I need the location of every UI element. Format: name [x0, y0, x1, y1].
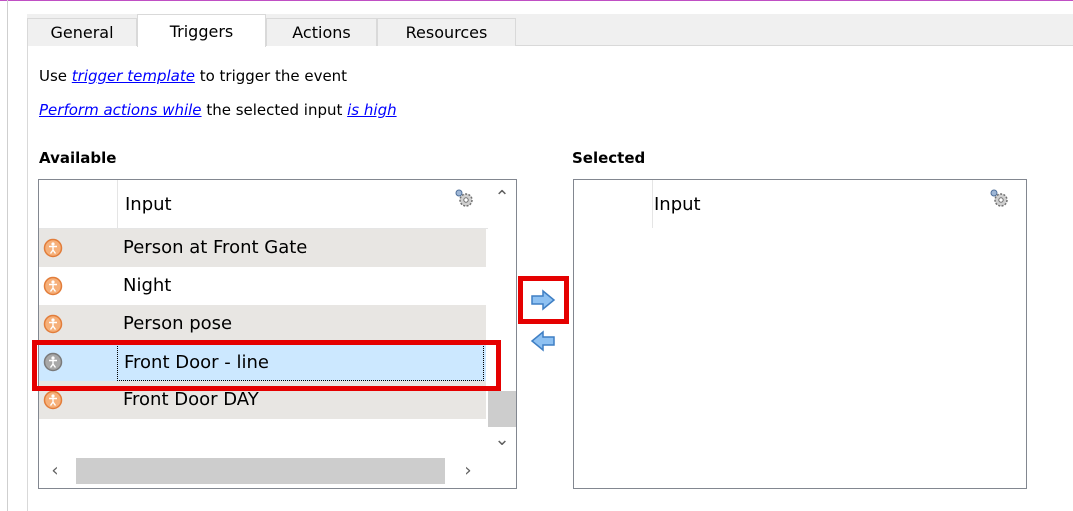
- trigger-template-line: Use trigger template to trigger the even…: [39, 67, 348, 85]
- selected-list[interactable]: Input: [573, 179, 1027, 489]
- list-item-label: Front Door - line: [117, 343, 484, 381]
- available-heading: Available: [39, 149, 117, 167]
- tab-triggers[interactable]: Triggers: [137, 14, 266, 47]
- gear-icon[interactable]: [454, 188, 474, 208]
- scroll-right-icon[interactable]: ›: [458, 461, 478, 481]
- trigger-template-link[interactable]: trigger template: [72, 67, 195, 85]
- gear-icon[interactable]: [989, 188, 1009, 208]
- scroll-up-icon[interactable]: ⌃: [492, 188, 512, 208]
- list-item[interactable]: Person pose: [39, 305, 486, 343]
- list-item-label: Front Door DAY: [123, 389, 259, 410]
- vertical-scroll-thumb[interactable]: [488, 391, 516, 427]
- vertical-scrollbar[interactable]: ⌃ ⌄: [488, 180, 516, 454]
- list-item-selected[interactable]: Front Door - line: [39, 343, 486, 381]
- perform-actions-while-link[interactable]: Perform actions while: [39, 101, 202, 119]
- person-orange-icon: [43, 314, 63, 334]
- scroll-down-icon[interactable]: ⌄: [492, 430, 512, 450]
- arrow-left-icon[interactable]: [529, 330, 557, 352]
- tab-general[interactable]: General: [27, 18, 137, 46]
- available-list[interactable]: Input Person at Front Gate Night Person …: [38, 179, 517, 489]
- window-left-border: [7, 0, 8, 511]
- input-column-label[interactable]: Input: [654, 194, 701, 215]
- list-item-label: Person at Front Gate: [123, 237, 308, 258]
- person-orange-icon: [43, 238, 63, 258]
- perform-actions-line: Perform actions while the selected input…: [39, 101, 397, 119]
- tab-bar: General Triggers Actions Resources: [27, 14, 1073, 47]
- horizontal-scrollbar[interactable]: ‹ ›: [39, 454, 488, 488]
- window-top-border: [0, 0, 1073, 1]
- available-column-header: Input: [39, 180, 488, 229]
- person-orange-icon: [43, 390, 63, 410]
- horizontal-scroll-thumb[interactable]: [76, 458, 445, 484]
- person-grey-icon: [43, 352, 63, 372]
- list-item[interactable]: Front Door DAY: [39, 381, 486, 419]
- list-item[interactable]: Night: [39, 267, 486, 305]
- tab-actions[interactable]: Actions: [266, 18, 377, 46]
- arrow-right-icon[interactable]: [529, 289, 557, 311]
- input-column-label[interactable]: Input: [125, 194, 172, 215]
- is-high-link[interactable]: is high: [347, 101, 396, 119]
- selected-column-header: Input: [574, 180, 1026, 229]
- list-item-label: Person pose: [123, 313, 233, 334]
- tab-resources[interactable]: Resources: [377, 18, 516, 46]
- scroll-left-icon[interactable]: ‹: [45, 461, 65, 481]
- selected-heading: Selected: [572, 149, 646, 167]
- list-item[interactable]: Person at Front Gate: [39, 229, 486, 267]
- person-orange-icon: [43, 276, 63, 296]
- list-item-label: Night: [123, 275, 172, 296]
